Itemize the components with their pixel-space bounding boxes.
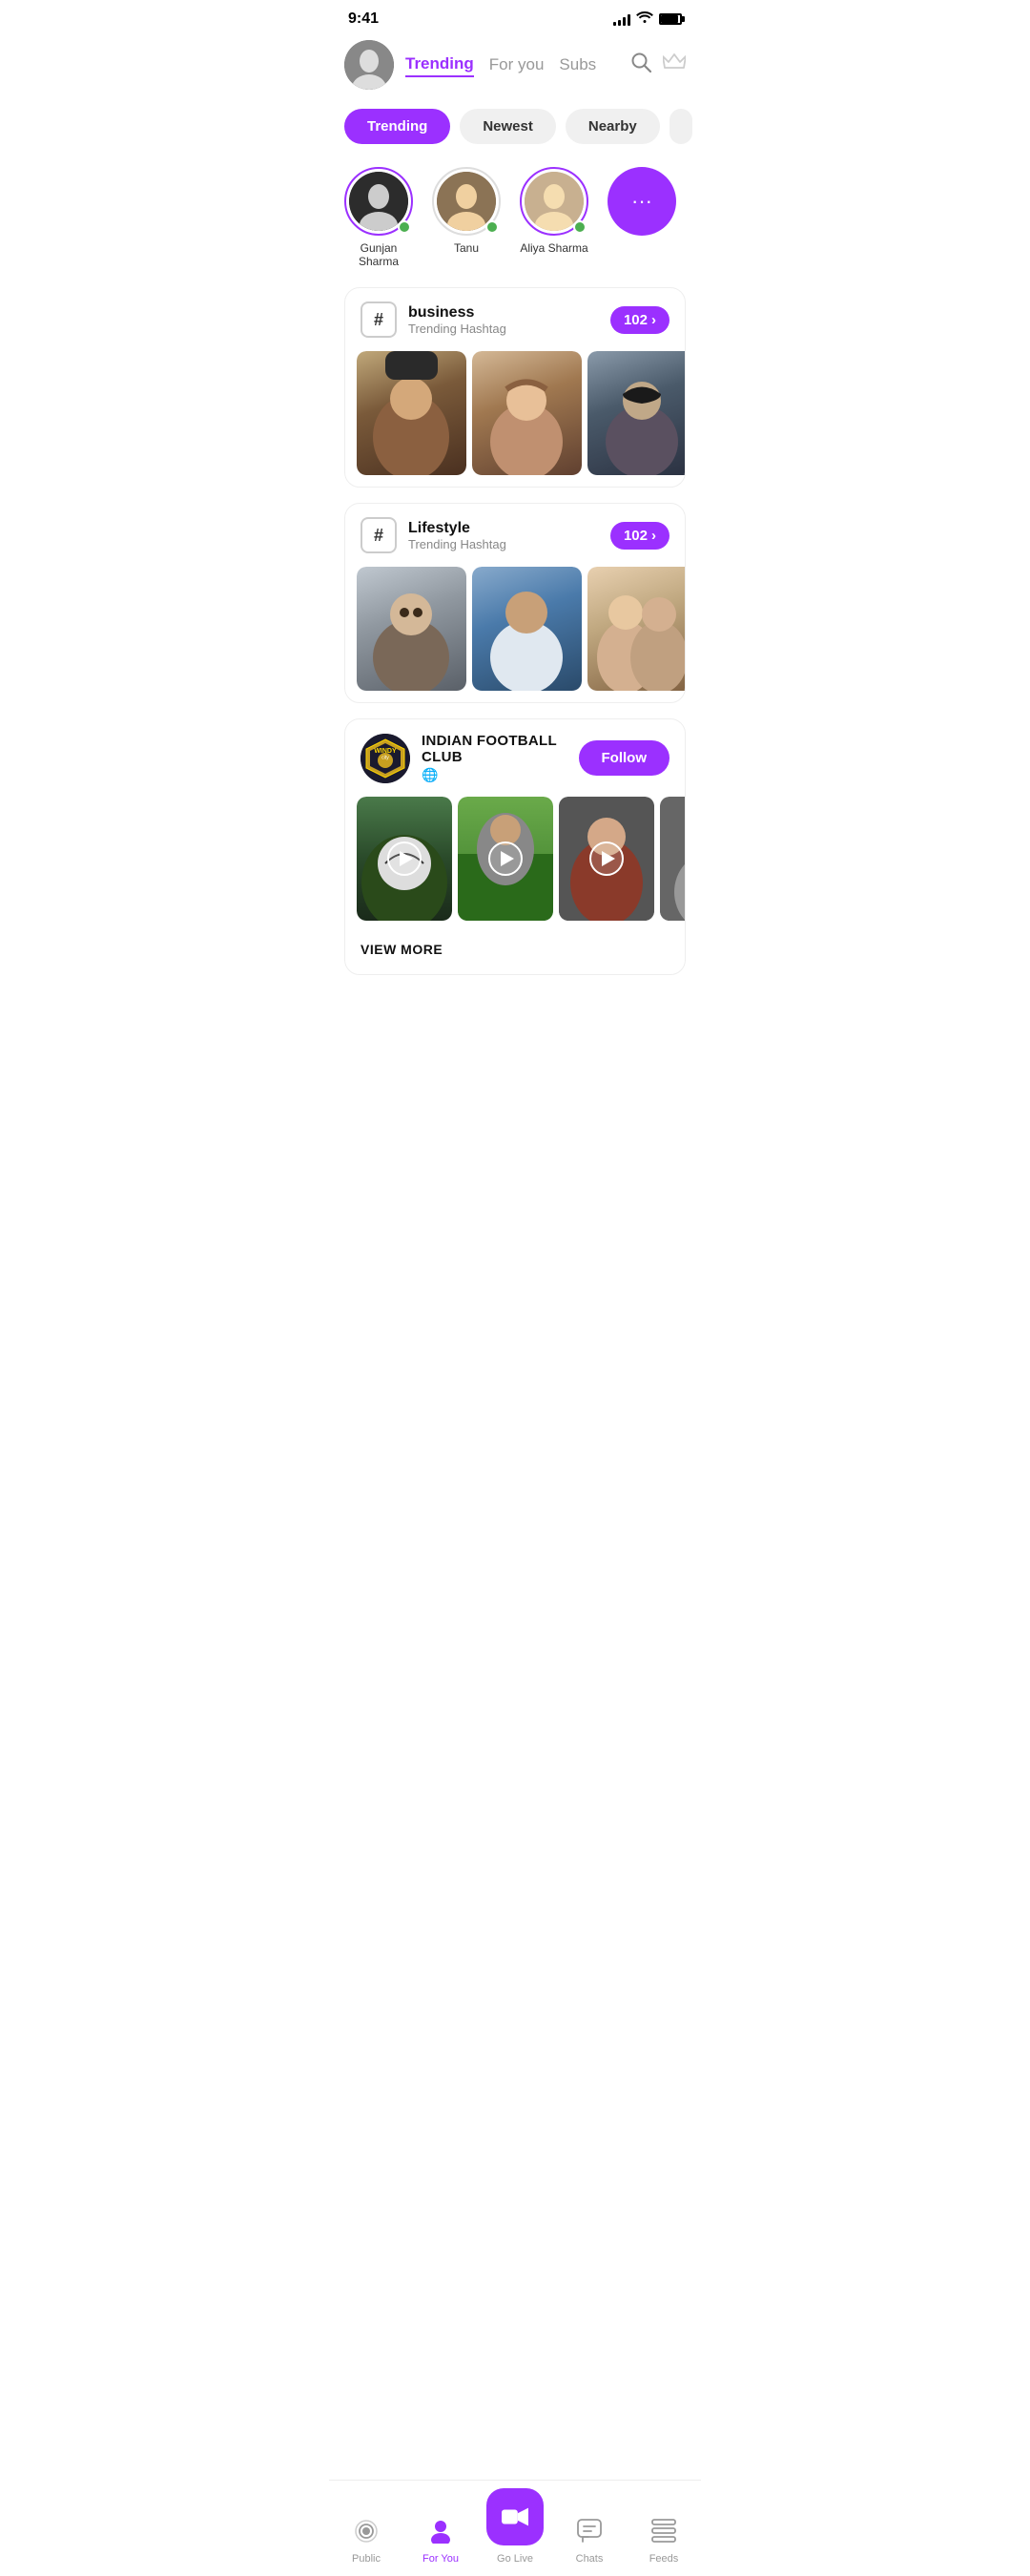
crown-icon[interactable] (663, 52, 686, 77)
story-item[interactable]: Aliya Sharma (520, 167, 588, 268)
follow-button[interactable]: Follow (579, 740, 670, 776)
story-name: Aliya Sharma (520, 241, 587, 255)
video-thumb[interactable] (660, 797, 685, 921)
nav-label-go-live: Go Live (497, 2553, 533, 2565)
nav-label-for-you: For You (422, 2553, 459, 2565)
signal-icon (613, 12, 630, 26)
wifi-icon (636, 10, 653, 28)
more-dots-icon: ··· (631, 189, 652, 214)
play-button[interactable] (488, 841, 523, 876)
story-online-indicator (573, 220, 587, 234)
club-logo: WINDY city (360, 734, 410, 783)
nav-item-go-live[interactable]: Go Live (486, 2488, 544, 2565)
hashtag-header: # Lifestyle Trending Hashtag 102 › (345, 504, 685, 567)
tab-trending[interactable]: Trending (405, 52, 474, 77)
club-name: INDIAN FOOTBALL CLUB (422, 733, 579, 765)
svg-text:city: city (381, 755, 389, 760)
battery-icon (659, 13, 682, 25)
status-bar: 9:41 (329, 0, 701, 32)
images-grid (345, 567, 685, 702)
status-icons (613, 10, 682, 28)
header-icons (630, 52, 686, 78)
hashtag-info: Lifestyle Trending Hashtag (408, 520, 610, 551)
story-avatar-wrap (344, 167, 413, 236)
story-item[interactable]: Tanu (432, 167, 501, 268)
hashtag-info: business Trending Hashtag (408, 304, 610, 336)
chat-icon (577, 2519, 602, 2549)
nav-item-chats[interactable]: Chats (561, 2519, 618, 2565)
grid-image[interactable] (587, 351, 685, 475)
nav-item-feeds[interactable]: Feeds (635, 2519, 692, 2565)
club-header: WINDY city INDIAN FOOTBALL CLUB 🌐 Follow (345, 719, 685, 797)
grid-image[interactable] (587, 567, 685, 691)
tab-subs[interactable]: Subs (559, 53, 596, 76)
filter-newest[interactable]: Newest (460, 109, 556, 144)
grid-image[interactable] (472, 351, 582, 475)
story-name: Gunjan Sharma (344, 241, 413, 268)
hashtag-card-lifestyle: # Lifestyle Trending Hashtag 102 › (344, 503, 686, 703)
tab-for-you[interactable]: For you (489, 53, 545, 76)
go-live-button[interactable] (486, 2488, 544, 2545)
status-time: 9:41 (348, 10, 379, 28)
stories-row: Gunjan Sharma Tanu (329, 159, 701, 287)
avatar[interactable] (344, 40, 394, 90)
search-icon[interactable] (630, 52, 651, 78)
hashtag-name: Lifestyle (408, 520, 610, 537)
chevron-right-icon: › (651, 528, 656, 544)
story-item[interactable]: Gunjan Sharma (344, 167, 413, 268)
hash-icon: # (360, 517, 397, 553)
story-avatar-wrap (520, 167, 588, 236)
hashtag-name: business (408, 304, 610, 322)
story-name: Tanu (454, 241, 479, 255)
grid-image[interactable] (357, 351, 466, 475)
hashtag-count[interactable]: 102 › (610, 522, 670, 550)
bottom-nav: Public For You Go Live (329, 2480, 701, 2576)
globe-icon: 🌐 (422, 767, 438, 783)
story-online-indicator (398, 220, 411, 234)
radio-icon (354, 2519, 379, 2549)
nav-item-public[interactable]: Public (338, 2519, 395, 2565)
grid-image[interactable] (357, 567, 466, 691)
story-more-item[interactable]: ··· (608, 167, 676, 268)
hashtag-sub: Trending Hashtag (408, 537, 610, 551)
play-button[interactable] (387, 841, 422, 876)
feeds-icon (651, 2519, 676, 2549)
video-grid (345, 797, 685, 932)
nav-tabs: Trending For you Subs (405, 52, 619, 77)
video-thumb[interactable] (357, 797, 452, 921)
filter-more[interactable] (670, 109, 692, 144)
view-more[interactable]: VIEW MORE (345, 932, 685, 974)
view-more-text: VIEW MORE (360, 942, 443, 957)
hashtag-header: # business Trending Hashtag 102 › (345, 288, 685, 351)
grid-image[interactable] (472, 567, 582, 691)
hashtag-card-business: # business Trending Hashtag 102 › (344, 287, 686, 488)
nav-label-feeds: Feeds (649, 2553, 679, 2565)
filter-nearby[interactable]: Nearby (566, 109, 660, 144)
nav-label-chats: Chats (576, 2553, 604, 2565)
header: Trending For you Subs (329, 32, 701, 101)
hashtag-sub: Trending Hashtag (408, 322, 610, 336)
chevron-right-icon: › (651, 312, 656, 328)
video-thumb[interactable] (458, 797, 553, 921)
club-card: WINDY city INDIAN FOOTBALL CLUB 🌐 Follow (344, 718, 686, 975)
story-more-btn[interactable]: ··· (608, 167, 676, 236)
filter-row: Trending Newest Nearby (329, 101, 701, 159)
hash-icon: # (360, 301, 397, 338)
nav-item-for-you[interactable]: For You (412, 2519, 469, 2565)
story-avatar-wrap (432, 167, 501, 236)
nav-label-public: Public (352, 2553, 381, 2565)
play-button[interactable] (589, 841, 624, 876)
hashtag-count[interactable]: 102 › (610, 306, 670, 334)
story-online-indicator (485, 220, 499, 234)
person-icon (429, 2519, 452, 2549)
club-type-row: 🌐 (422, 767, 579, 783)
club-info: INDIAN FOOTBALL CLUB 🌐 (422, 733, 579, 783)
video-thumb[interactable] (559, 797, 654, 921)
filter-trending[interactable]: Trending (344, 109, 450, 144)
images-grid (345, 351, 685, 487)
svg-text:WINDY: WINDY (374, 748, 397, 755)
